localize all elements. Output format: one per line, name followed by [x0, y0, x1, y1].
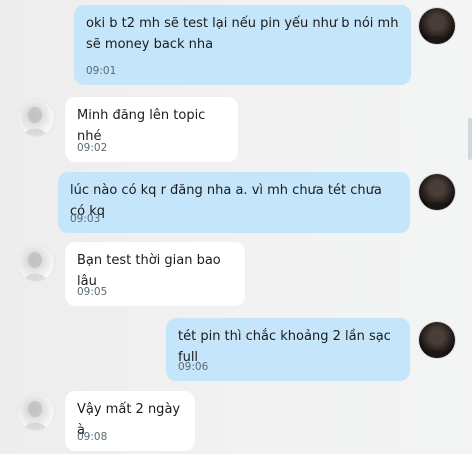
chat-conversation: oki b t2 mh sẽ test lại nếu pin yếu như … [0, 0, 472, 454]
outgoing-message[interactable]: lúc nào có kq r đăng nha a. vì mh chưa t… [58, 172, 410, 233]
contact-avatar[interactable] [18, 245, 54, 281]
message-timestamp: 09:08 [77, 431, 108, 443]
message-timestamp: 09:01 [86, 65, 117, 77]
message-text: oki b t2 mh sẽ test lại nếu pin yếu như … [86, 16, 403, 52]
my-avatar[interactable] [419, 8, 455, 44]
my-avatar[interactable] [419, 174, 455, 210]
person-silhouette-icon [425, 15, 449, 44]
message-timestamp: 09:05 [77, 286, 108, 298]
message-timestamp: 09:03 [70, 213, 101, 225]
person-silhouette-icon [24, 401, 47, 430]
outgoing-message[interactable]: oki b t2 mh sẽ test lại nếu pin yếu như … [74, 5, 411, 85]
message-text: tét pin thì chắc khoảng 2 lần sạc full [178, 329, 395, 365]
incoming-message[interactable]: Minh đăng lên topic nhé 09:02 [65, 97, 238, 162]
message-text: Minh đăng lên topic nhé [77, 108, 210, 144]
person-silhouette-icon [425, 181, 449, 210]
person-silhouette-icon [24, 252, 47, 281]
my-avatar[interactable] [419, 322, 455, 358]
person-silhouette-icon [425, 329, 449, 358]
incoming-message[interactable]: Bạn test thời gian bao lâu 09:05 [65, 242, 245, 306]
outgoing-message[interactable]: tét pin thì chắc khoảng 2 lần sạc full 0… [166, 318, 410, 381]
incoming-message[interactable]: Vậy mất 2 ngày à 09:08 [65, 391, 195, 451]
message-timestamp: 09:02 [77, 142, 108, 154]
contact-avatar[interactable] [18, 100, 54, 136]
contact-avatar[interactable] [18, 394, 54, 430]
person-silhouette-icon [24, 107, 47, 136]
scroll-indicator[interactable] [468, 118, 472, 160]
message-text: lúc nào có kq r đăng nha a. vì mh chưa t… [70, 183, 386, 219]
message-timestamp: 09:06 [178, 361, 209, 373]
